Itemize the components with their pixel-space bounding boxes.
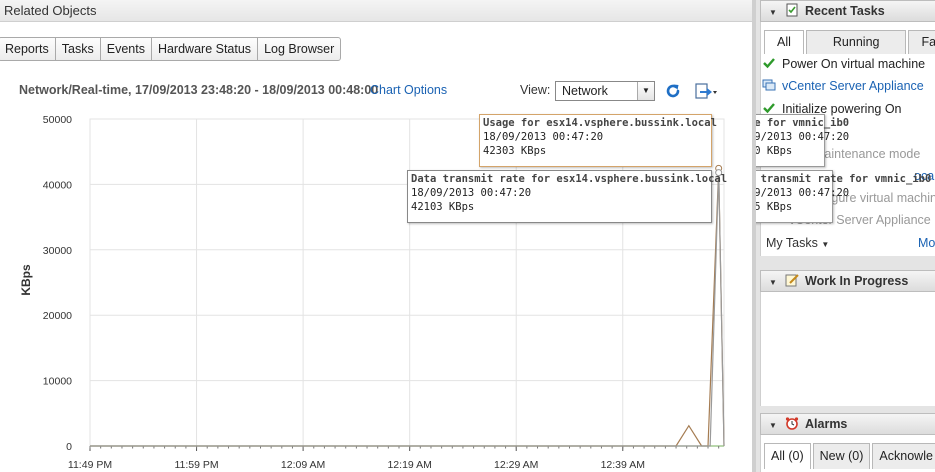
tab-running[interactable]: Running: [805, 30, 907, 54]
tooltip-value: 42075 KBps: [754, 201, 793, 213]
y-tick-label: 30000: [43, 245, 72, 257]
check-icon: [763, 103, 775, 114]
tab-log-browser[interactable]: Log Browser: [257, 37, 342, 61]
x-tick-label: 12:19 AM: [387, 459, 431, 471]
tab-hardware-status[interactable]: Hardware Status: [150, 37, 258, 61]
tooltip-time: 18/09/2013 00:47:20: [483, 131, 604, 143]
alarms-title: Alarms: [805, 417, 848, 431]
tooltip-time: 18/09/2013 00:47:20: [754, 187, 850, 199]
export-icon[interactable]: [694, 82, 718, 100]
y-tick-label: 20000: [43, 310, 72, 322]
tasks-icon: [786, 3, 798, 17]
tab-all[interactable]: All: [764, 30, 804, 54]
tooltip-usage-vmnic: Usage for vmnic_ib0 18/09/2013 00:47:20 …: [754, 114, 850, 167]
tooltip-time: 18/09/2013 00:47:20: [411, 187, 532, 199]
y-tick-label: 0: [66, 441, 72, 453]
x-tick-label: 12:39 AM: [601, 459, 645, 471]
tooltip-usage-host: Usage for esx14.vsphere.bussink.local 18…: [479, 114, 717, 167]
chevron-down-icon[interactable]: ▼: [637, 82, 654, 100]
recent-tasks-title: Recent Tasks: [805, 4, 885, 18]
tooltip-transmit-vmnic: Data transmit rate for vmnic_ib0 18/09/2…: [754, 170, 931, 223]
main-area: Related Objects Reports Tasks Events Har…: [0, 0, 752, 472]
chevron-down-icon: ▼: [821, 240, 830, 249]
x-tick-label: 11:59 PM: [174, 459, 218, 471]
refresh-icon[interactable]: [664, 82, 682, 100]
view-select-value: Network: [562, 84, 608, 98]
related-objects-label: Related Objects: [4, 3, 97, 18]
x-tick-label: 12:29 AM: [494, 459, 538, 471]
tooltip-title: Data transmit rate for esx14.vsphere.bus…: [411, 173, 728, 185]
notepad-icon: [785, 274, 799, 287]
alarm-clock-icon: [785, 417, 799, 430]
y-tick-label: 40000: [43, 179, 72, 191]
view-label: View:: [520, 83, 551, 97]
my-tasks-dropdown[interactable]: My Tasks ▼: [766, 236, 829, 250]
related-objects-header[interactable]: Related Objects: [0, 0, 752, 22]
tooltip-transmit-host: Data transmit rate for esx14.vsphere.bus…: [407, 170, 728, 223]
task-label: vCenter Server Appliance: [782, 79, 924, 93]
monitor-tabbar: Reports Tasks Events Hardware Status Log…: [0, 37, 342, 61]
tooltip-title: Data transmit rate for vmnic_ib0: [756, 173, 931, 185]
collapse-caret-icon[interactable]: ▼: [769, 416, 781, 436]
alarms-header[interactable]: ▼ Alarms: [760, 413, 935, 435]
chart-title: Network/Real-time, 17/09/2013 23:48:20 -…: [19, 83, 379, 97]
collapse-caret-icon[interactable]: ▼: [769, 3, 781, 23]
right-panel: ▼ Recent Tasks All Running Fa Power On vi…: [752, 0, 935, 472]
alarm-tabs: All (0) New (0) Acknowle: [764, 443, 935, 469]
y-tick-label: 10000: [43, 376, 72, 388]
recent-tasks-tabs: All Running Fa: [764, 30, 935, 54]
tab-events[interactable]: Events: [99, 37, 151, 61]
recent-tasks-header[interactable]: ▼ Recent Tasks: [760, 0, 935, 22]
tooltip-time: 18/09/2013 00:47:20: [754, 131, 850, 143]
tooltip-value: 42103 KBps: [411, 201, 475, 213]
work-in-progress-header[interactable]: ▼ Work In Progress: [760, 270, 935, 292]
work-in-progress-body: [760, 292, 935, 406]
plot-area: [89, 118, 725, 447]
tab-all-alarms[interactable]: All (0): [764, 443, 811, 469]
tooltip-value: 42303 KBps: [483, 145, 547, 157]
task-label: Power On virtual machine: [782, 57, 926, 71]
tab-acknowledged-alarms[interactable]: Acknowle: [872, 443, 935, 469]
y-tick-label: 50000: [43, 114, 72, 126]
tab-reports[interactable]: Reports: [0, 37, 55, 61]
y-axis-label: KBps: [19, 264, 33, 296]
tooltip-title: Usage for vmnic_ib0: [754, 117, 850, 129]
task-item[interactable]: vCenter Server Appliance: [762, 78, 924, 96]
view-select[interactable]: Network ▼: [555, 81, 655, 101]
chart-options-link[interactable]: Chart Options: [370, 83, 447, 97]
collapse-caret-icon[interactable]: ▼: [769, 273, 781, 293]
work-in-progress-title: Work In Progress: [805, 274, 909, 288]
my-tasks-label: My Tasks: [766, 236, 818, 250]
tooltip-title: Usage for esx14.vsphere.bussink.local: [483, 117, 717, 129]
tab-tasks[interactable]: Tasks: [54, 37, 100, 61]
tab-failed[interactable]: Fa: [908, 30, 935, 54]
tooltip-value: 42260 KBps: [754, 145, 793, 157]
vm-icon: [762, 79, 776, 91]
more-tasks-link[interactable]: Mor: [918, 236, 935, 250]
x-tick-label: 12:09 AM: [281, 459, 325, 471]
tab-new-alarms[interactable]: New (0): [812, 443, 871, 469]
check-icon: [763, 58, 775, 69]
task-item[interactable]: Power On virtual machine: [762, 56, 925, 74]
x-tick-label: 11:49 PM: [68, 459, 112, 471]
